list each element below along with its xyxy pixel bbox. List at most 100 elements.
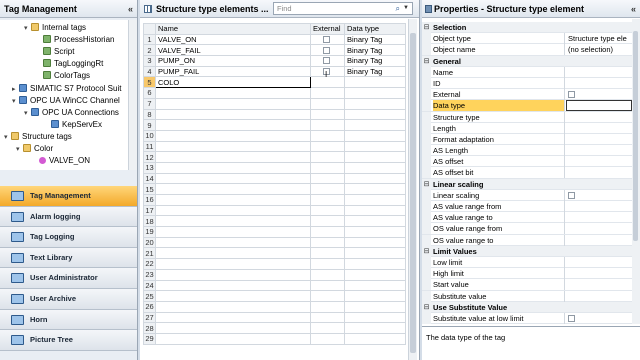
row-number[interactable]: 15 — [143, 183, 156, 195]
name-cell[interactable] — [155, 172, 311, 185]
table-row[interactable]: 24 — [143, 279, 406, 292]
name-cell[interactable] — [155, 268, 311, 281]
name-cell[interactable] — [155, 290, 311, 302]
scrollbar-thumb[interactable] — [410, 33, 416, 353]
property-row[interactable]: Substitute value at low limit — [422, 312, 640, 325]
row-number[interactable]: 21 — [143, 247, 156, 260]
property-row[interactable]: OS value range from — [422, 223, 640, 235]
table-row[interactable]: 2 VALVE_FAIL Binary Tag — [143, 44, 406, 57]
external-cell[interactable] — [310, 215, 345, 228]
name-cell[interactable]: PUMP_FAIL — [155, 65, 311, 78]
external-cell[interactable] — [310, 161, 345, 174]
property-checkbox[interactable] — [568, 191, 575, 199]
column-header-data-type[interactable]: Data type — [344, 23, 406, 35]
table-row[interactable]: 16 — [143, 194, 406, 206]
property-row[interactable]: Linear scaling — [422, 189, 640, 201]
find-input[interactable]: Find ⌕ ▼ — [273, 2, 413, 15]
table-row[interactable]: 19 — [143, 226, 406, 238]
name-cell[interactable]: VALVE_FAIL — [155, 44, 311, 57]
table-row[interactable]: 12 — [143, 151, 406, 163]
column-header-name[interactable]: Name — [155, 23, 311, 35]
nav-button[interactable]: Tag Management — [0, 186, 137, 207]
property-row[interactable]: Substitute value — [422, 290, 640, 302]
search-icon[interactable]: ⌕ — [396, 3, 400, 14]
tree-item[interactable]: VALVE_ON — [32, 155, 90, 167]
external-cell[interactable] — [310, 108, 345, 121]
property-row[interactable]: Low limit — [422, 256, 640, 269]
table-row[interactable]: 23 — [143, 268, 406, 281]
tree-expander-icon[interactable]: ▾ — [24, 108, 31, 120]
table-row[interactable]: 26 — [143, 300, 406, 313]
property-row[interactable]: AS value range from — [422, 201, 640, 213]
property-value[interactable] — [566, 279, 632, 290]
tree-item[interactable]: ProcessHistorian — [36, 34, 114, 46]
property-value[interactable] — [566, 201, 632, 212]
property-value[interactable] — [566, 78, 632, 89]
property-checkbox[interactable] — [568, 314, 575, 322]
tree-item[interactable]: ▾ Internal tags — [24, 22, 86, 34]
nav-button[interactable]: User Archive — [0, 288, 137, 310]
external-cell[interactable] — [310, 258, 345, 270]
data-type-cell[interactable] — [344, 215, 406, 228]
property-row[interactable]: Start value — [422, 279, 640, 291]
property-value[interactable] — [566, 167, 632, 178]
table-row[interactable]: 14 — [143, 172, 406, 185]
tree-item[interactable]: ColorTags — [36, 70, 90, 82]
table-row[interactable]: 15 — [143, 183, 406, 195]
external-cell[interactable] — [310, 247, 345, 260]
property-value[interactable] — [566, 100, 632, 112]
row-number[interactable]: 3 — [143, 55, 156, 67]
name-cell[interactable]: VALVE_ON — [155, 33, 311, 46]
name-cell[interactable] — [155, 226, 311, 238]
property-row[interactable]: AS value range to — [422, 212, 640, 224]
name-cell[interactable] — [155, 311, 311, 324]
collapse-category-icon[interactable]: ⊟ — [422, 178, 431, 190]
row-number[interactable]: 20 — [143, 236, 156, 249]
name-cell[interactable] — [155, 279, 311, 292]
table-row[interactable]: 9 — [143, 119, 406, 131]
property-value[interactable] — [566, 123, 632, 134]
name-cell[interactable] — [155, 140, 311, 153]
row-number[interactable]: 25 — [143, 290, 156, 302]
external-cell[interactable] — [310, 87, 345, 99]
data-type-cell[interactable] — [344, 87, 406, 99]
data-type-cell[interactable] — [344, 161, 406, 174]
column-header-external[interactable]: External — [310, 23, 345, 35]
external-cell[interactable] — [310, 55, 345, 67]
nav-button[interactable]: Tag Logging — [0, 227, 137, 248]
table-row[interactable]: 5 COLO — [143, 76, 406, 89]
property-checkbox[interactable] — [568, 91, 575, 99]
property-value[interactable] — [566, 212, 632, 223]
property-value[interactable] — [566, 268, 632, 279]
property-value[interactable] — [566, 223, 632, 234]
tree-expander-icon[interactable]: ▾ — [16, 144, 23, 156]
table-row[interactable]: 18 — [143, 215, 406, 228]
external-cell[interactable] — [310, 322, 345, 334]
external-cell[interactable] — [310, 279, 345, 292]
data-type-cell[interactable] — [344, 151, 406, 163]
data-type-cell[interactable] — [344, 129, 406, 142]
table-row[interactable]: 21 — [143, 247, 406, 260]
tree-item[interactable]: ▾ Color — [16, 143, 53, 155]
vertical-scrollbar[interactable] — [408, 19, 417, 360]
collapse-properties-button[interactable]: « — [631, 0, 636, 18]
data-type-cell[interactable] — [344, 119, 406, 131]
external-cell[interactable] — [310, 204, 345, 217]
table-row[interactable]: 10 — [143, 129, 406, 142]
property-value[interactable] — [566, 257, 632, 268]
tree-item[interactable]: Script — [36, 46, 74, 58]
table-row[interactable]: 29 — [143, 332, 406, 345]
external-cell[interactable] — [310, 300, 345, 313]
table-row[interactable]: 13 — [143, 161, 406, 174]
table-row[interactable]: 27 — [143, 311, 406, 324]
property-value[interactable] — [566, 145, 632, 156]
external-cell[interactable] — [310, 44, 345, 57]
external-cell[interactable] — [310, 97, 345, 110]
row-number[interactable]: 27 — [143, 311, 156, 324]
name-cell[interactable] — [155, 236, 311, 249]
nav-button[interactable]: Alarm logging — [0, 206, 137, 228]
tree-item[interactable]: TagLoggingRt — [36, 58, 103, 70]
collapse-category-icon[interactable]: ⊟ — [422, 22, 431, 33]
data-type-cell[interactable] — [344, 311, 406, 324]
external-cell[interactable] — [310, 236, 345, 249]
